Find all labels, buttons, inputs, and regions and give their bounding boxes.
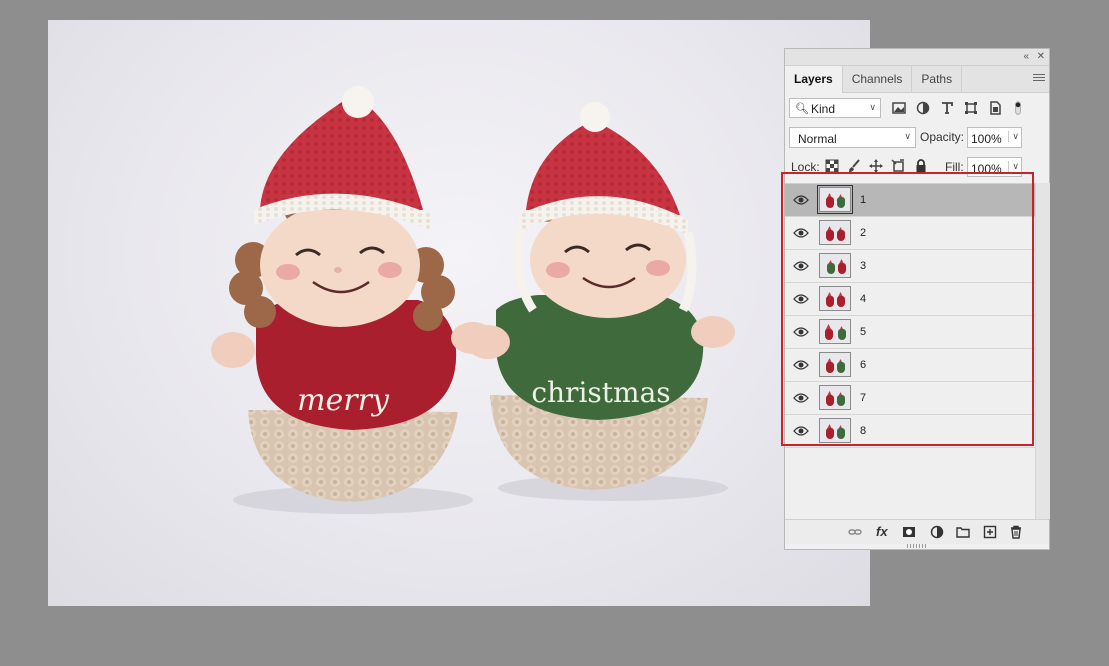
layers-bottom-toolbar: fx bbox=[785, 519, 1049, 544]
layer-row-5[interactable]: 5 bbox=[785, 316, 1035, 349]
visibility-eye-icon[interactable] bbox=[793, 326, 809, 338]
fill-value: 100% bbox=[971, 162, 1002, 176]
lock-row: Lock: Fill: 100% ∨ bbox=[785, 157, 1049, 177]
panel-tabs: Layers Channels Paths bbox=[785, 66, 1049, 93]
filter-toggle-icon[interactable] bbox=[1011, 101, 1025, 115]
pixel-layer-filter-icon[interactable] bbox=[892, 101, 906, 115]
lock-label: Lock: bbox=[791, 160, 820, 174]
visibility-eye-icon[interactable] bbox=[793, 293, 809, 305]
delete-layer-trash-icon[interactable] bbox=[1009, 525, 1023, 539]
layer-thumbnail bbox=[819, 253, 851, 278]
add-mask-icon[interactable] bbox=[902, 525, 916, 539]
blend-row: Normal ∨ Opacity: 100% ∨ bbox=[785, 127, 1049, 149]
fill-input[interactable]: 100% ∨ bbox=[967, 157, 1022, 177]
panel-resize-grip[interactable] bbox=[907, 544, 927, 548]
visibility-eye-icon[interactable] bbox=[793, 260, 809, 272]
layer-thumbnail bbox=[819, 352, 851, 377]
new-group-folder-icon[interactable] bbox=[956, 525, 970, 539]
type-layer-filter-icon[interactable] bbox=[940, 101, 954, 115]
left-doll: merry bbox=[211, 86, 495, 502]
smart-object-filter-icon[interactable] bbox=[988, 101, 1002, 115]
layer-row-8[interactable]: 8 bbox=[785, 415, 1035, 448]
layer-thumbnail bbox=[819, 286, 851, 311]
blend-mode-select[interactable]: Normal ∨ bbox=[789, 127, 916, 148]
layers-list: 1 2 3 4 5 6 7 8 bbox=[785, 183, 1035, 520]
layer-thumbnail bbox=[817, 185, 853, 214]
layers-scrollbar[interactable] bbox=[1035, 183, 1050, 519]
prevent-auto-nesting-icon[interactable] bbox=[891, 159, 905, 173]
chevron-down-icon[interactable]: ∨ bbox=[1008, 131, 1019, 142]
layer-row-1[interactable]: 1 bbox=[785, 184, 1035, 217]
layer-thumbnail bbox=[819, 385, 851, 410]
tab-layers[interactable]: Layers bbox=[785, 66, 843, 93]
fill-label: Fill: bbox=[945, 160, 964, 174]
opacity-label: Opacity: bbox=[920, 130, 965, 144]
right-doll-text: christmas bbox=[531, 376, 670, 409]
link-layers-icon[interactable] bbox=[848, 525, 862, 539]
layer-row-7[interactable]: 7 bbox=[785, 382, 1035, 415]
layer-row-6[interactable]: 6 bbox=[785, 349, 1035, 382]
chevron-down-icon[interactable]: ∨ bbox=[1008, 161, 1019, 172]
lock-position-icon[interactable] bbox=[869, 159, 883, 173]
chevron-down-icon: ∨ bbox=[869, 102, 876, 112]
visibility-eye-icon[interactable] bbox=[793, 194, 809, 206]
close-panel-icon[interactable]: ✕ bbox=[1037, 50, 1045, 64]
visibility-eye-icon[interactable] bbox=[793, 227, 809, 239]
tab-channels[interactable]: Channels bbox=[843, 66, 913, 92]
layer-name[interactable]: 5 bbox=[860, 326, 866, 338]
panel-title-bar[interactable]: « ✕ bbox=[785, 49, 1049, 66]
lock-all-icon[interactable] bbox=[914, 159, 928, 173]
layer-name[interactable]: 7 bbox=[860, 392, 866, 404]
layer-filter-row: 🔍︎ Kind ∨ bbox=[785, 97, 1049, 121]
panel-menu-icon[interactable] bbox=[1033, 72, 1045, 84]
photo-illustration: merry christmas bbox=[211, 86, 735, 514]
left-doll-text: merry bbox=[297, 383, 390, 418]
layer-name[interactable]: 1 bbox=[860, 194, 866, 206]
layer-name[interactable]: 3 bbox=[860, 260, 866, 272]
collapse-panel-icon[interactable]: « bbox=[1023, 50, 1029, 64]
filter-kind-label: Kind bbox=[811, 102, 836, 116]
layer-name[interactable]: 2 bbox=[860, 227, 866, 239]
tab-paths[interactable]: Paths bbox=[912, 66, 963, 92]
opacity-input[interactable]: 100% ∨ bbox=[967, 127, 1022, 148]
chevron-down-icon: ∨ bbox=[904, 131, 911, 141]
filter-kind-select[interactable]: 🔍︎ Kind ∨ bbox=[789, 98, 881, 118]
document-canvas[interactable]: merry christmas bbox=[48, 20, 870, 606]
lock-image-pixels-icon[interactable] bbox=[847, 159, 861, 173]
layer-row-2[interactable]: 2 bbox=[785, 217, 1035, 250]
layer-style-fx-icon[interactable]: fx bbox=[876, 525, 890, 539]
new-layer-icon[interactable] bbox=[983, 525, 997, 539]
layer-row-4[interactable]: 4 bbox=[785, 283, 1035, 316]
layer-thumbnail bbox=[819, 418, 851, 443]
blend-mode-value: Normal bbox=[798, 132, 837, 146]
layer-thumbnail bbox=[819, 319, 851, 344]
visibility-eye-icon[interactable] bbox=[793, 392, 809, 404]
lock-transparent-pixels-icon[interactable] bbox=[825, 159, 839, 173]
layers-panel: « ✕ Layers Channels Paths 🔍︎ Kind ∨ Norm… bbox=[784, 48, 1050, 550]
layer-thumbnail bbox=[819, 220, 851, 245]
shape-layer-filter-icon[interactable] bbox=[964, 101, 978, 115]
visibility-eye-icon[interactable] bbox=[793, 359, 809, 371]
layer-row-3[interactable]: 3 bbox=[785, 250, 1035, 283]
layer-name[interactable]: 6 bbox=[860, 359, 866, 371]
adjustment-layer-filter-icon[interactable] bbox=[916, 101, 930, 115]
layer-name[interactable]: 8 bbox=[860, 425, 866, 437]
search-icon: 🔍︎ bbox=[795, 103, 809, 115]
new-adjustment-layer-icon[interactable] bbox=[930, 525, 944, 539]
visibility-eye-icon[interactable] bbox=[793, 425, 809, 437]
right-doll: christmas bbox=[466, 102, 735, 490]
layer-name[interactable]: 4 bbox=[860, 293, 866, 305]
opacity-value: 100% bbox=[971, 132, 1002, 146]
